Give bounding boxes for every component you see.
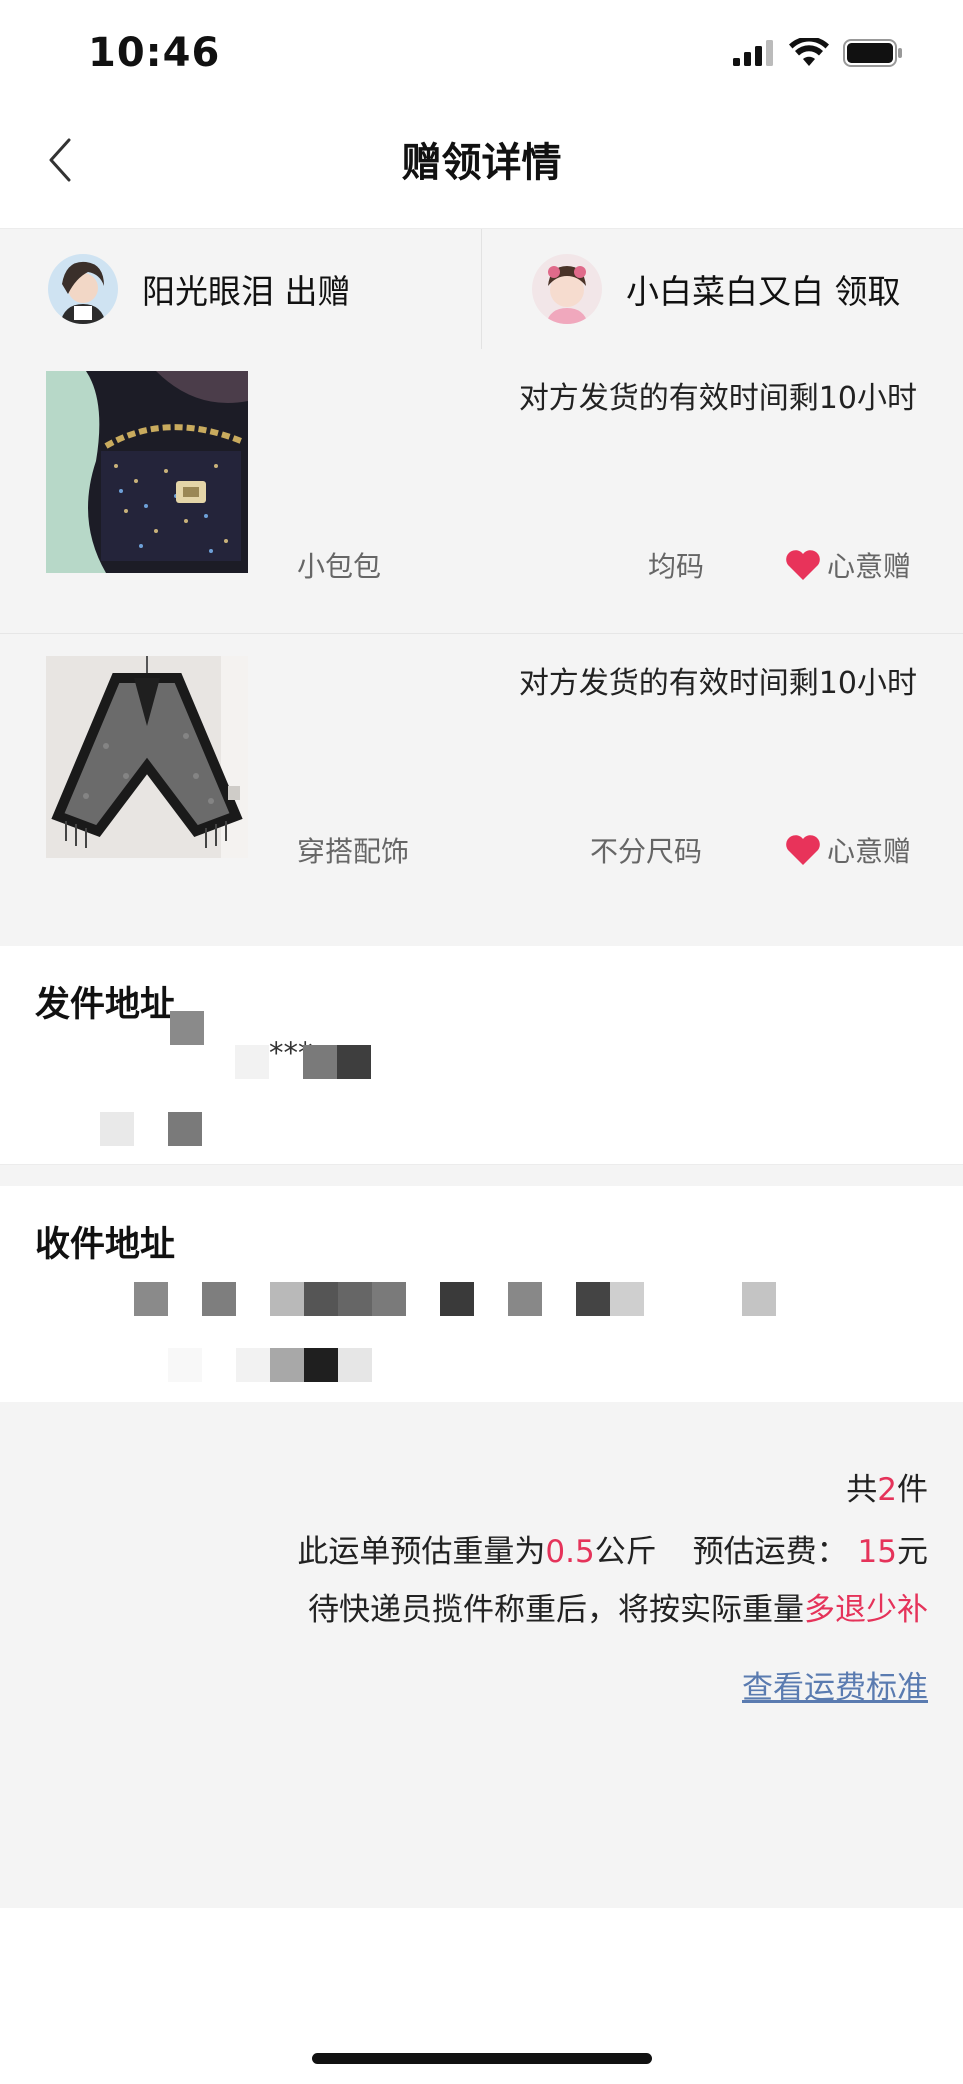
note-highlight: 多退少补: [804, 1592, 928, 1628]
shipping-fee-standard-link[interactable]: 查看运费标准: [742, 1662, 928, 1707]
fee-unit: 元: [897, 1534, 928, 1570]
privacy-mask: [304, 1348, 338, 1382]
total-suffix: 件: [897, 1472, 928, 1508]
total-count: 2: [877, 1472, 897, 1508]
giver-section[interactable]: 阳光眼泪 出赠: [0, 229, 481, 349]
gift-type: 心意赠: [785, 830, 911, 870]
privacy-mask: [270, 1348, 304, 1382]
heart-icon: [786, 835, 820, 865]
ship-deadline: 对方发货的有效时间剩10小时: [518, 666, 917, 701]
item-category: 小包包: [297, 550, 382, 583]
privacy-mask: [270, 1282, 304, 1316]
privacy-mask: [440, 1282, 474, 1316]
privacy-mask: [338, 1348, 372, 1382]
gift-type: 心意赠: [785, 545, 911, 585]
privacy-mask: [170, 1011, 204, 1045]
privacy-mask: [576, 1282, 610, 1316]
privacy-mask: [610, 1282, 644, 1316]
sender-address-section[interactable]: 发件地址 ***: [0, 946, 963, 1164]
fee-label: 预估运费：: [692, 1534, 848, 1570]
wifi-icon: [789, 38, 829, 66]
privacy-mask: [100, 1112, 134, 1146]
total-prefix: 共: [846, 1472, 878, 1508]
privacy-mask: [508, 1282, 542, 1316]
list-item[interactable]: 对方发货的有效时间剩10小时 穿搭配饰 不分尺码 心意赠: [0, 634, 963, 918]
ship-deadline: 对方发货的有效时间剩10小时: [518, 381, 917, 416]
receiver-address-title: 收件地址: [35, 1225, 176, 1265]
status-time: 10:46: [88, 30, 221, 76]
nav-bar: 赠领详情: [0, 100, 963, 228]
total-count-line: 共2件: [846, 1464, 928, 1509]
status-bar: 10:46: [0, 0, 963, 100]
gift-type-label: 心意赠: [826, 550, 911, 583]
weight-fee-line: 此运单预估重量为0.5公斤 预估运费： 15元: [297, 1526, 928, 1571]
item-size: 不分尺码: [590, 835, 703, 868]
item-list: 对方发货的有效时间剩10小时 小包包 均码 心意赠 对方发货的有效时间剩10小时…: [0, 349, 963, 946]
privacy-mask: [168, 1112, 202, 1146]
privacy-mask: [236, 1348, 270, 1382]
shipping-summary: 共2件 此运单预估重量为0.5公斤 预估运费： 15元 待快递员揽件称重后，将按实…: [0, 1402, 963, 1908]
privacy-mask: [303, 1045, 337, 1079]
privacy-mask: [742, 1282, 776, 1316]
receiver-label: 小白菜白又白 领取: [626, 272, 901, 311]
privacy-mask: [235, 1045, 269, 1079]
weight-prefix: 此运单预估重量为: [297, 1534, 546, 1570]
heart-icon: [786, 550, 820, 580]
item-category: 穿搭配饰: [297, 835, 410, 868]
sender-address-title: 发件地址: [35, 985, 176, 1025]
privacy-mask: [168, 1348, 202, 1382]
home-indicator[interactable]: [312, 2053, 652, 2064]
privacy-mask: [338, 1282, 372, 1316]
privacy-mask: [304, 1282, 338, 1316]
privacy-mask: [337, 1045, 371, 1079]
item-image-cape[interactable]: [46, 656, 248, 858]
privacy-mask: [134, 1282, 168, 1316]
weight-unit: 公斤: [594, 1534, 657, 1570]
status-icons: [733, 38, 903, 68]
battery-icon: [843, 39, 902, 67]
weight-value: 0.5: [545, 1534, 595, 1570]
receiver-section[interactable]: 小白菜白又白 领取: [482, 229, 963, 349]
cellular-signal-icon: [733, 40, 773, 66]
item-image-bag[interactable]: [46, 371, 248, 573]
giver-label: 阳光眼泪 出赠: [142, 272, 351, 311]
gift-parties-row: 阳光眼泪 出赠 小白菜白又白 领取: [0, 228, 963, 350]
page-title: 赠领详情: [401, 140, 562, 186]
fee-value: 15: [857, 1534, 897, 1570]
section-divider: [0, 1164, 963, 1187]
privacy-mask: [372, 1282, 406, 1316]
item-size: 均码: [648, 550, 705, 583]
list-item[interactable]: 对方发货的有效时间剩10小时 小包包 均码 心意赠: [0, 349, 963, 633]
receiver-avatar: [532, 254, 602, 324]
weight-note-line: 待快递员揽件称重后，将按实际重量多退少补: [308, 1584, 928, 1629]
privacy-mask: [202, 1282, 236, 1316]
receiver-address-section[interactable]: 收件地址: [0, 1186, 963, 1402]
note-prefix: 待快递员揽件称重后，将按实际重量: [308, 1592, 804, 1628]
giver-avatar: [48, 254, 118, 324]
gift-type-label: 心意赠: [826, 835, 911, 868]
